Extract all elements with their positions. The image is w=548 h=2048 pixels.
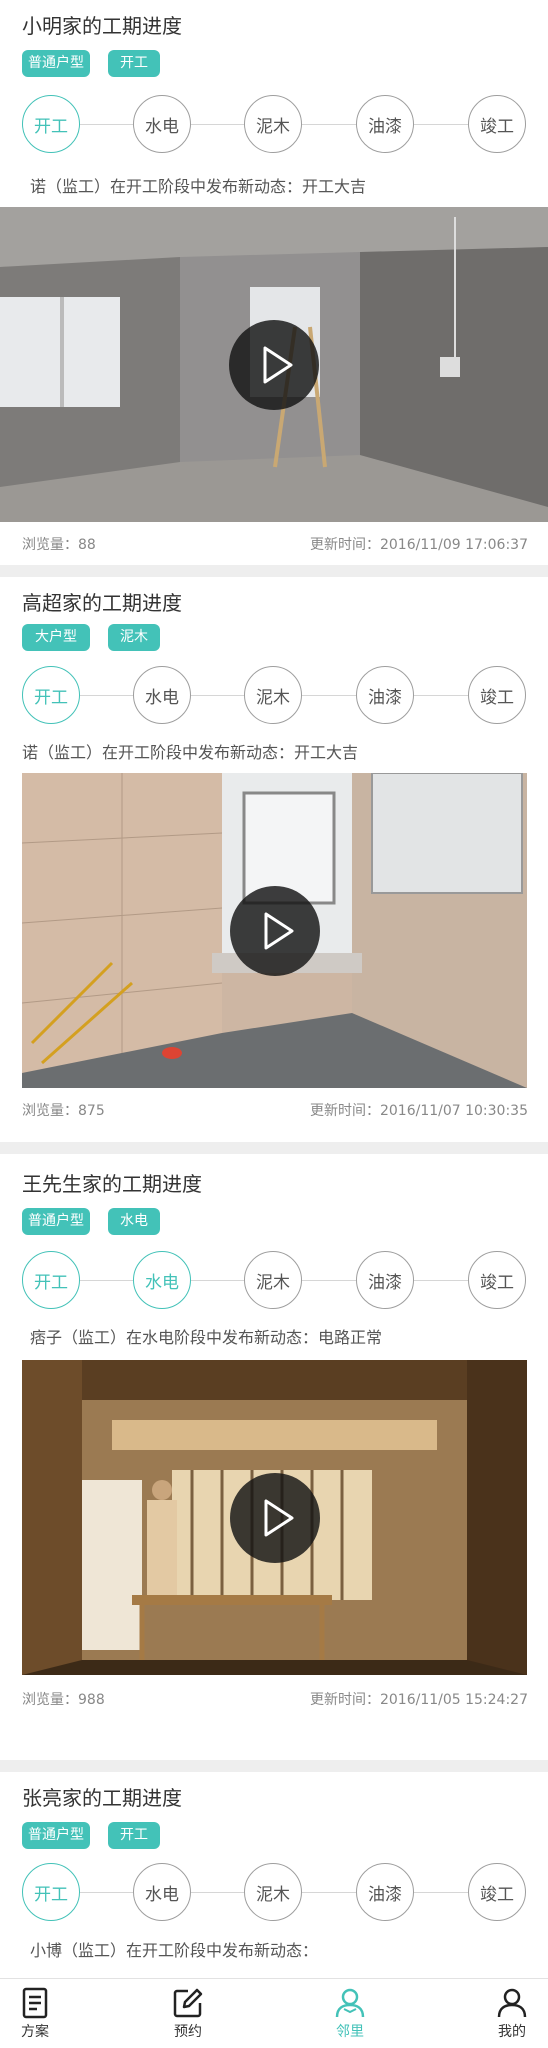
- progress-card-1[interactable]: 小明家的工期进度 普通户型 开工 开工 水电 泥木 油漆 竣工 诺（监工）在开工…: [0, 0, 548, 565]
- progress-card-2[interactable]: 高超家的工期进度 大户型 泥木 开工 水电 泥木 油漆 竣工 诺（监工）在开工阶…: [0, 577, 548, 1142]
- tag-group: 大户型 泥木: [22, 624, 160, 651]
- step-shuidian: 水电: [133, 666, 191, 724]
- card-title: 小明家的工期进度: [22, 14, 182, 38]
- progress-card-3[interactable]: 王先生家的工期进度 普通户型 水电 开工 水电 泥木 油漆 竣工 痞子（监工）在…: [0, 1154, 548, 1760]
- stage-tag: 开工: [108, 50, 160, 77]
- house-type-tag: 普通户型: [22, 1208, 90, 1235]
- latest-update-text: 痞子（监工）在水电阶段中发布新动态：电路正常: [30, 1328, 383, 1347]
- step-kaigong: 开工: [22, 666, 80, 724]
- play-icon: [264, 912, 293, 949]
- tab-booking[interactable]: 预约: [148, 1979, 228, 2048]
- update-time: 更新时间：2016/11/05 15:24:27: [309, 1692, 528, 1708]
- update-time: 更新时间：2016/11/09 17:06:37: [309, 537, 528, 553]
- progress-steps: 开工 水电 泥木 油漆 竣工: [22, 666, 528, 724]
- play-button[interactable]: [229, 885, 320, 976]
- step-kaigong: 开工: [22, 1251, 80, 1309]
- tab-label: 预约: [174, 2024, 202, 2040]
- step-kaigong: 开工: [22, 95, 80, 153]
- step-jungong: 竣工: [468, 1863, 526, 1921]
- step-youqi: 油漆: [356, 666, 414, 724]
- house-type-tag: 大户型: [22, 624, 90, 651]
- update-time: 更新时间：2016/11/07 10:30:35: [309, 1103, 528, 1119]
- step-shuidian: 水电: [133, 1251, 191, 1309]
- house-type-tag: 普通户型: [22, 1822, 90, 1849]
- step-shuidian: 水电: [133, 1863, 191, 1921]
- card-meta: 浏览量：988 更新时间：2016/11/05 15:24:27: [22, 1689, 528, 1709]
- card-title: 高超家的工期进度: [22, 591, 182, 615]
- person-icon: [335, 1988, 365, 2018]
- tag-group: 普通户型 开工: [22, 50, 160, 77]
- step-jungong: 竣工: [468, 666, 526, 724]
- latest-update-text: 诺（监工）在开工阶段中发布新动态：开工大吉: [30, 177, 367, 196]
- tab-label: 方案: [21, 2024, 49, 2040]
- tab-label: 邻里: [336, 2024, 364, 2040]
- progress-steps: 开工 水电 泥木 油漆 竣工: [22, 1251, 528, 1309]
- video-thumbnail[interactable]: [22, 1360, 527, 1675]
- video-thumbnail[interactable]: [0, 207, 548, 522]
- step-kaigong: 开工: [22, 1863, 80, 1921]
- view-count: 浏览量：988: [22, 1692, 105, 1708]
- video-thumbnail[interactable]: [22, 773, 527, 1088]
- card-meta: 浏览量：88 更新时间：2016/11/09 17:06:37: [22, 534, 528, 554]
- play-icon: [263, 346, 293, 383]
- tag-group: 普通户型 水电: [22, 1208, 160, 1235]
- step-nimu: 泥木: [244, 1863, 302, 1921]
- step-nimu: 泥木: [244, 666, 302, 724]
- play-button[interactable]: [229, 1472, 320, 1563]
- progress-steps: 开工 水电 泥木 油漆 竣工: [22, 1863, 528, 1921]
- stage-tag: 水电: [108, 1208, 160, 1235]
- tab-me[interactable]: 我的: [472, 1979, 548, 2048]
- latest-update-text: 小博（监工）在开工阶段中发布新动态：: [30, 1941, 319, 1960]
- step-jungong: 竣工: [468, 95, 526, 153]
- tab-label: 我的: [498, 2024, 526, 2040]
- tag-group: 普通户型 开工: [22, 1822, 160, 1849]
- edit-icon: [173, 1988, 203, 2018]
- step-nimu: 泥木: [244, 1251, 302, 1309]
- latest-update-text: 诺（监工）在开工阶段中发布新动态：开工大吉: [22, 743, 359, 762]
- view-count: 浏览量：875: [22, 1103, 105, 1119]
- play-icon: [264, 1499, 293, 1536]
- bottom-tab-bar: 方案 预约 邻里 我的: [0, 1978, 548, 2048]
- step-jungong: 竣工: [468, 1251, 526, 1309]
- card-title: 王先生家的工期进度: [22, 1172, 202, 1196]
- tab-plan[interactable]: 方案: [0, 1979, 75, 2048]
- stage-tag: 开工: [108, 1822, 160, 1849]
- step-youqi: 油漆: [356, 1863, 414, 1921]
- progress-steps: 开工 水电 泥木 油漆 竣工: [22, 95, 528, 153]
- stage-tag: 泥木: [108, 624, 160, 651]
- card-title: 张亮家的工期进度: [22, 1786, 182, 1810]
- step-youqi: 油漆: [356, 1251, 414, 1309]
- step-nimu: 泥木: [244, 95, 302, 153]
- step-youqi: 油漆: [356, 95, 414, 153]
- play-button[interactable]: [229, 319, 319, 410]
- card-meta: 浏览量：875 更新时间：2016/11/07 10:30:35: [22, 1100, 528, 1120]
- tab-neighbors[interactable]: 邻里: [310, 1979, 390, 2048]
- user-icon: [497, 1988, 527, 2018]
- document-icon: [22, 1987, 48, 2019]
- view-count: 浏览量：88: [22, 537, 96, 553]
- step-shuidian: 水电: [133, 95, 191, 153]
- house-type-tag: 普通户型: [22, 50, 90, 77]
